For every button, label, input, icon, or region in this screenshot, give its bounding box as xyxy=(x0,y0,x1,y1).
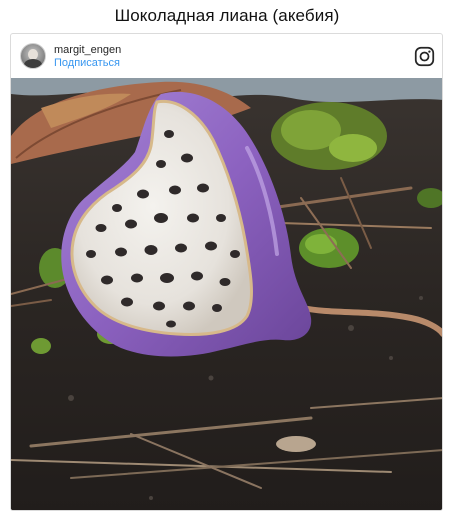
page-title: Шоколадная лиана (акебия) xyxy=(114,6,340,25)
instagram-embed-card: margit_engen Подписаться xyxy=(10,33,443,511)
avatar[interactable] xyxy=(20,43,46,69)
instagram-logo-icon[interactable] xyxy=(414,46,435,67)
avatar-body xyxy=(24,59,42,68)
follow-link[interactable]: Подписаться xyxy=(54,57,120,69)
username-link[interactable]: margit_engen xyxy=(54,44,121,56)
post-photo-illustration xyxy=(11,78,442,510)
post-header: margit_engen Подписаться xyxy=(11,34,442,78)
post-photo[interactable] xyxy=(11,78,442,510)
